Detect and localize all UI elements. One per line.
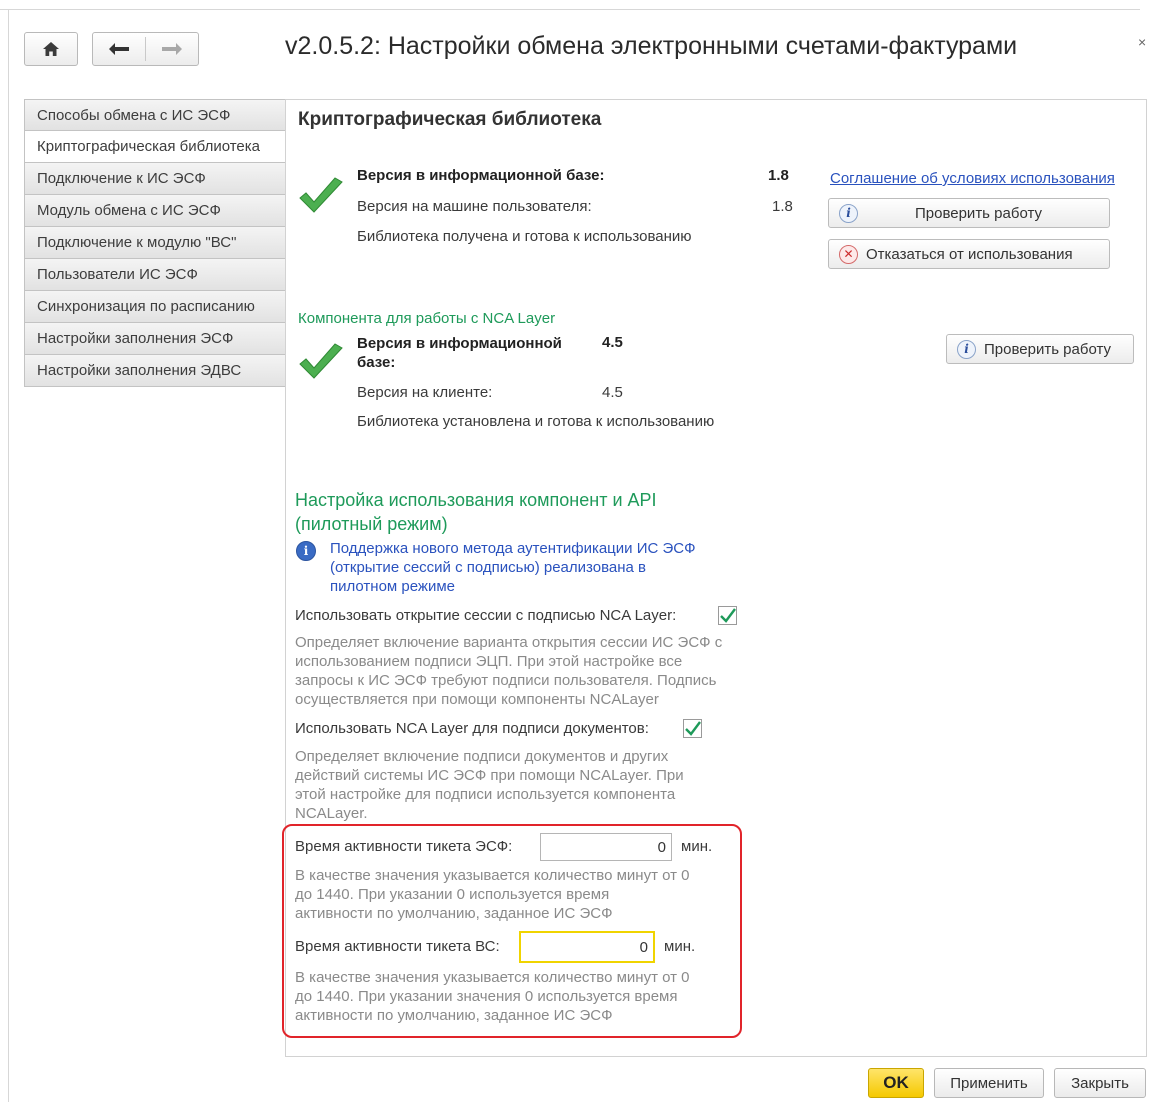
crypto-status: Библиотека получена и готова к использов… xyxy=(357,228,692,245)
document-signing-checkbox[interactable] xyxy=(683,719,702,738)
sidebar-item-vs-module-connection[interactable]: Подключение к модулю "ВС" xyxy=(24,227,286,259)
nca-check-button-label: Проверить работу xyxy=(984,340,1112,358)
check-icon xyxy=(685,721,701,736)
home-icon xyxy=(43,42,59,56)
checkmark-icon xyxy=(299,343,343,379)
crypto-user-version-value: 1.8 xyxy=(772,198,793,215)
api-title-line2: (пилотный режим) xyxy=(295,514,448,534)
sidebar-item-esf-exchange-module[interactable]: Модуль обмена с ИС ЭСФ xyxy=(24,195,286,227)
back-button[interactable] xyxy=(93,33,145,65)
esf-ticket-description: В качестве значения указывается количест… xyxy=(295,866,735,923)
crypto-check-button[interactable]: i Проверить работу xyxy=(828,198,1110,228)
vs-desc-line2: до 1440. При указании значения 0 использ… xyxy=(295,988,678,1005)
nca-db-version-label: Версия в информационной базе: xyxy=(357,334,562,372)
document-signing-description: Определяет включение подписи документов … xyxy=(295,747,735,823)
sidebar-item-esf-users[interactable]: Пользователи ИС ЭСФ xyxy=(24,259,286,291)
esf-ticket-input[interactable]: 0 xyxy=(540,833,672,861)
window-frame-top xyxy=(0,9,1140,10)
window-frame-left xyxy=(8,9,9,1102)
session-desc-line1: Определяет включение варианта открытия с… xyxy=(295,634,723,651)
ok-button[interactable]: OK xyxy=(868,1068,924,1098)
refuse-button-label: Отказаться от использования xyxy=(866,245,1073,263)
nca-client-version-value: 4.5 xyxy=(602,384,623,401)
api-section-title: Настройка использования компонент и API … xyxy=(295,488,657,536)
esf-desc-line2: до 1440. При указании 0 используется вре… xyxy=(295,886,610,903)
sidebar-item-schedule-sync[interactable]: Синхронизация по расписанию xyxy=(24,291,286,323)
sign-desc-line4: NCALayer. xyxy=(295,805,368,822)
pilot-info-line3: пилотном режиме xyxy=(330,578,455,595)
sidebar-item-esf-connection[interactable]: Подключение к ИС ЭСФ xyxy=(24,163,286,195)
esf-desc-line1: В качестве значения указывается количест… xyxy=(295,867,690,884)
history-buttons xyxy=(92,32,199,66)
vs-ticket-unit: мин. xyxy=(664,938,696,955)
session-signature-description: Определяет включение варианта открытия с… xyxy=(295,633,765,709)
sidebar-item-crypto-library[interactable]: Криптографическая библиотека xyxy=(24,131,286,163)
cancel-icon: ✕ xyxy=(839,244,858,264)
sign-desc-line3: этой настройке для подписи используется … xyxy=(295,786,676,803)
nca-db-version-label-line2: базе: xyxy=(357,354,396,371)
sidebar-item-esf-fill-settings[interactable]: Настройки заполнения ЭСФ xyxy=(24,323,286,355)
crypto-db-version-label: Версия в информационной базе: xyxy=(357,167,605,184)
info-icon: i xyxy=(839,203,858,223)
sidebar-item-edvs-fill-settings[interactable]: Настройки заполнения ЭДВС xyxy=(24,355,286,387)
sidebar-item-exchange-methods[interactable]: Способы обмена с ИС ЭСФ xyxy=(24,99,286,131)
pilot-mode-info: Поддержка нового метода аутентификации И… xyxy=(330,539,696,596)
info-icon: i xyxy=(957,339,976,359)
crypto-db-version-value: 1.8 xyxy=(768,167,789,184)
document-signing-label: Использовать NCA Layer для подписи докум… xyxy=(295,720,649,737)
info-icon: i xyxy=(296,541,316,561)
nca-section-title: Компонента для работы с NCA Layer xyxy=(298,310,556,327)
session-desc-line3: запросы к ИС ЭСФ требуют подписи пользов… xyxy=(295,672,717,689)
vs-ticket-label: Время активности тикета ВС: xyxy=(295,938,500,955)
crypto-user-version-label: Версия на машине пользователя: xyxy=(357,198,592,215)
nca-client-version-label: Версия на клиенте: xyxy=(357,384,493,401)
crypto-section-title: Криптографическая библиотека xyxy=(298,109,602,130)
nca-check-button[interactable]: i Проверить работу xyxy=(946,334,1134,364)
nca-db-version-label-line1: Версия в информационной xyxy=(357,335,562,352)
esf-ticket-label: Время активности тикета ЭСФ: xyxy=(295,838,513,855)
session-signature-checkbox[interactable] xyxy=(718,606,737,625)
vs-ticket-input[interactable]: 0 xyxy=(519,931,655,963)
forward-button[interactable] xyxy=(146,33,198,65)
close-icon[interactable]: × xyxy=(1138,34,1150,50)
session-desc-line2: использованием подписи ЭЦП. При этой нас… xyxy=(295,653,683,670)
agreement-link[interactable]: Соглашение об условиях использования xyxy=(830,170,1115,187)
arrow-right-icon xyxy=(162,43,182,55)
apply-button[interactable]: Применить xyxy=(934,1068,1044,1098)
home-button[interactable] xyxy=(24,32,78,66)
close-button[interactable]: Закрыть xyxy=(1054,1068,1146,1098)
refuse-button[interactable]: ✕ Отказаться от использования xyxy=(828,239,1110,269)
window-title: v2.0.5.2: Настройки обмена электронными … xyxy=(285,32,1018,60)
esf-desc-line3: активности по умолчанию, заданное ИС ЭСФ xyxy=(295,905,613,922)
pilot-info-line2: (открытие сессий с подписью) реализована… xyxy=(330,559,646,576)
session-desc-line4: осуществляется при помощи компоненты NCA… xyxy=(295,691,659,708)
nca-db-version-value: 4.5 xyxy=(602,334,623,351)
esf-ticket-unit: мин. xyxy=(681,838,713,855)
crypto-check-button-label: Проверить работу xyxy=(914,204,1042,222)
sign-desc-line1: Определяет включение подписи документов … xyxy=(295,748,669,765)
sign-desc-line2: действий системы ИС ЭСФ при помощи NCALa… xyxy=(295,767,684,784)
vs-desc-line3: активности по умолчанию, заданное ИС ЭСФ xyxy=(295,1007,613,1024)
api-title-line1: Настройка использования компонент и API xyxy=(295,490,657,510)
vs-desc-line1: В качестве значения указывается количест… xyxy=(295,969,690,986)
session-signature-label: Использовать открытие сессии с подписью … xyxy=(295,607,677,624)
nca-status: Библиотека установлена и готова к исполь… xyxy=(357,413,715,430)
vs-ticket-description: В качестве значения указывается количест… xyxy=(295,968,735,1025)
check-icon xyxy=(720,608,736,623)
pilot-info-line1: Поддержка нового метода аутентификации И… xyxy=(330,540,696,557)
checkmark-icon xyxy=(299,177,343,213)
settings-sidebar: Способы обмена с ИС ЭСФ Криптографическа… xyxy=(24,99,286,387)
arrow-left-icon xyxy=(109,43,129,55)
